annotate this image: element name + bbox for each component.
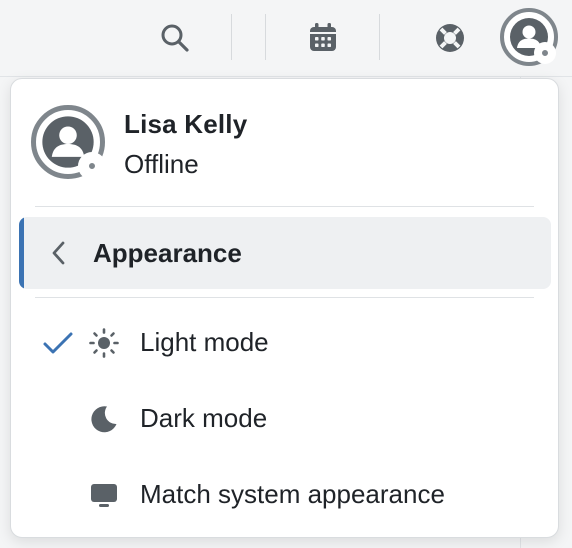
dark-mode-option[interactable]: Dark mode (19, 387, 551, 451)
page-divider (0, 76, 572, 77)
status-indicator (534, 42, 556, 64)
appearance-back-button[interactable]: Appearance (19, 217, 551, 289)
calendar-icon (310, 23, 336, 51)
toolbar-divider (231, 14, 232, 60)
search-icon (161, 24, 189, 52)
section-title: Appearance (93, 238, 242, 268)
sun-icon (87, 327, 121, 359)
top-bar (0, 0, 572, 76)
active-accent-bar (19, 217, 24, 289)
monitor-icon (87, 479, 121, 511)
checkmark-icon (41, 329, 75, 357)
moon-icon (87, 403, 121, 435)
account-menu-popover: Lisa Kelly Offline Appearance Light mode… (10, 78, 559, 538)
option-label: Dark mode (140, 403, 268, 433)
user-status-indicator (78, 152, 106, 180)
light-mode-option[interactable]: Light mode (19, 311, 551, 375)
option-label: Light mode (140, 327, 269, 357)
calendar-button[interactable] (298, 13, 348, 63)
option-label: Match system appearance (140, 479, 445, 509)
user-header: Lisa Kelly Offline (11, 79, 558, 205)
search-button[interactable] (150, 13, 200, 63)
toolbar-divider (379, 14, 380, 60)
user-status: Offline (124, 149, 199, 179)
divider (35, 297, 534, 298)
divider (35, 206, 534, 207)
chevron-left-icon (49, 239, 69, 267)
user-name: Lisa Kelly (124, 109, 248, 139)
help-button[interactable] (425, 13, 475, 63)
help-lifebuoy-icon (436, 24, 464, 52)
match-system-option[interactable]: Match system appearance (19, 463, 551, 527)
toolbar-divider (265, 14, 266, 60)
